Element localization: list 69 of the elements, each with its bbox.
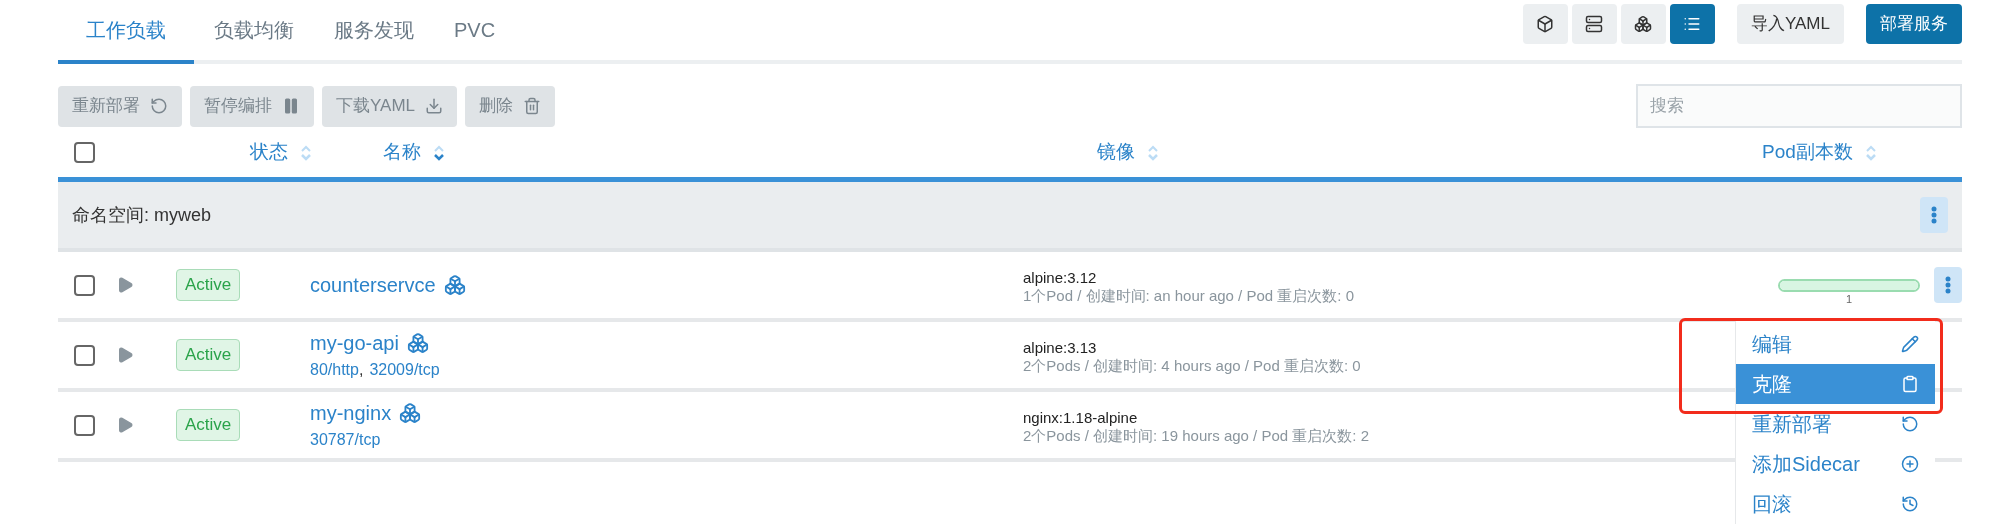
checkbox[interactable] bbox=[74, 414, 95, 436]
view-toggle-button[interactable] bbox=[1571, 4, 1617, 44]
bulk-action-button[interactable]: 重新部署 bbox=[58, 85, 182, 127]
port-separator: , bbox=[358, 360, 364, 380]
deploy-button[interactable]: 部署服务 bbox=[1866, 4, 1962, 44]
checkbox[interactable] bbox=[74, 274, 95, 296]
menu-item[interactable]: 编辑 bbox=[1736, 324, 1935, 364]
menu-item[interactable]: 克隆 bbox=[1736, 364, 1935, 404]
plus-circle-icon bbox=[1901, 455, 1919, 473]
port-link[interactable]: 80/http bbox=[310, 358, 359, 382]
cubes-icon bbox=[399, 402, 422, 424]
history-icon bbox=[1901, 495, 1919, 513]
tab[interactable]: PVC bbox=[434, 0, 516, 64]
workload-name-link[interactable]: counterservce bbox=[310, 270, 436, 300]
status-badge: Active bbox=[176, 409, 241, 441]
more-icon bbox=[1931, 206, 1937, 224]
more-actions-button[interactable] bbox=[1934, 267, 1962, 303]
workload-name-link[interactable]: my-go-api bbox=[310, 328, 399, 358]
server-icon bbox=[1585, 15, 1604, 33]
download-icon bbox=[425, 97, 444, 115]
column-header[interactable]: Pod副本数 bbox=[1762, 138, 1853, 167]
workload-name-link[interactable]: my-nginx bbox=[310, 398, 392, 428]
import-yaml-button[interactable]: 导入YAML bbox=[1736, 4, 1844, 44]
undo-icon bbox=[1901, 415, 1919, 433]
undo-icon bbox=[150, 97, 168, 115]
clipboard-icon bbox=[1901, 375, 1919, 393]
cubes-icon bbox=[406, 332, 429, 354]
more-actions-button[interactable] bbox=[1920, 197, 1948, 233]
expand-icon[interactable] bbox=[116, 346, 134, 364]
image-name: nginx:1.18-alpine bbox=[1023, 409, 1139, 427]
list-icon bbox=[1683, 15, 1702, 33]
image-name: alpine:3.13 bbox=[1023, 339, 1098, 357]
workload-details: 2个Pods / 创建时间: 4 hours ago / Pod 重启次数: 0 bbox=[1023, 357, 1362, 375]
cube-icon bbox=[1536, 15, 1555, 33]
namespace-label: 命名空间: myweb bbox=[72, 203, 212, 227]
expand-icon[interactable] bbox=[116, 416, 134, 434]
tab[interactable]: 负载均衡 bbox=[194, 0, 314, 64]
menu-item[interactable]: 重新部署 bbox=[1736, 404, 1935, 444]
port-link[interactable]: 30787/tcp bbox=[310, 428, 381, 452]
status-badge: Active bbox=[176, 269, 241, 301]
bulk-action-button[interactable]: 下载YAML bbox=[322, 85, 458, 127]
trash-icon bbox=[523, 97, 542, 115]
view-toggle-button[interactable] bbox=[1669, 4, 1715, 44]
search-field[interactable]: 搜索 bbox=[1636, 84, 1962, 128]
more-icon bbox=[1945, 276, 1951, 294]
checkbox[interactable] bbox=[74, 142, 95, 163]
workload-details: 1个Pod / 创建时间: an hour ago / Pod 重启次数: 0 bbox=[1023, 287, 1355, 305]
bulk-action-button[interactable]: 暂停编排 bbox=[190, 85, 314, 127]
view-toggle-button[interactable] bbox=[1522, 4, 1568, 44]
view-toggle-button[interactable] bbox=[1620, 4, 1666, 44]
expand-icon[interactable] bbox=[116, 276, 134, 294]
status-badge: Active bbox=[176, 339, 241, 371]
workload-details: 2个Pods / 创建时间: 19 hours ago / Pod 重启次数: 2 bbox=[1023, 427, 1370, 445]
pause-icon bbox=[282, 97, 300, 115]
column-header[interactable]: 状态 bbox=[250, 138, 288, 167]
image-name: alpine:3.12 bbox=[1023, 269, 1098, 287]
checkbox[interactable] bbox=[74, 344, 95, 366]
column-header[interactable]: 名称 bbox=[383, 138, 421, 167]
port-link[interactable]: 32009/tcp bbox=[369, 358, 440, 382]
menu-item[interactable]: 添加Sidecar bbox=[1736, 444, 1935, 484]
cubes-icon bbox=[1634, 15, 1653, 33]
pencil-icon bbox=[1901, 335, 1919, 353]
tab[interactable]: 服务发现 bbox=[314, 0, 434, 64]
menu-item[interactable]: 回滚 bbox=[1736, 484, 1935, 524]
tab[interactable]: 工作负载 bbox=[58, 0, 194, 64]
cubes-icon bbox=[443, 274, 466, 296]
pod-count: 1 bbox=[1845, 292, 1853, 305]
column-header[interactable]: 镜像 bbox=[1097, 138, 1135, 167]
bulk-action-button[interactable]: 删除 bbox=[465, 85, 556, 127]
